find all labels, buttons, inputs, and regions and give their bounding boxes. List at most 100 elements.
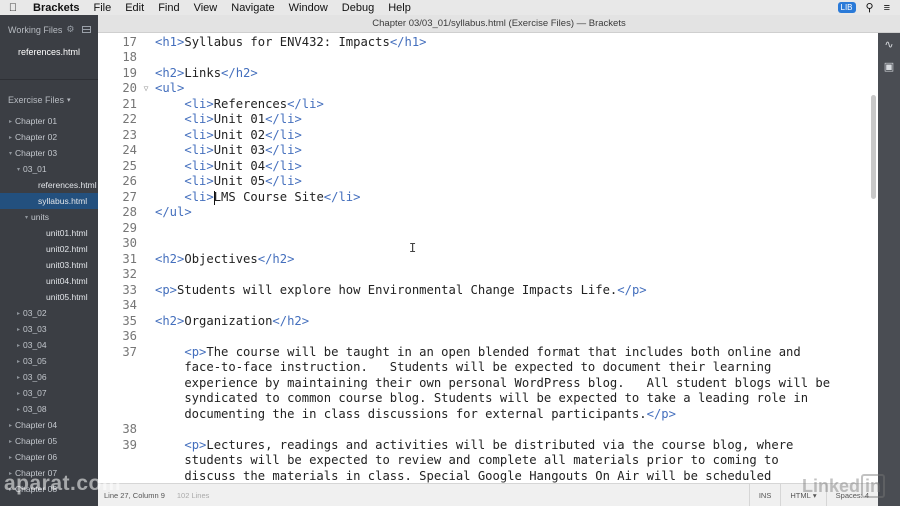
line-number: 18 [122,50,137,64]
disclosure-open-icon: ▾ [8,150,12,157]
split-view-icon[interactable] [82,26,91,33]
tree-file-item[interactable]: unit02.html [0,241,98,257]
tree-file-item[interactable]: references.html [0,177,98,193]
list-menu-icon[interactable]: ≡ [884,2,890,14]
menu-bar:  Brackets File Edit Find View Navigate … [0,0,900,15]
live-preview-icon[interactable]: ∿ [878,33,900,55]
tree-item-label: Chapter 04 [15,420,58,430]
tree-folder-item[interactable]: ▸ 03_04 [0,337,98,353]
code-line: syndicated to common course blog. Studen… [98,391,868,407]
tree-item-label: unit01.html [46,228,88,238]
fold-arrow-icon[interactable]: ▽ [137,81,155,97]
tree-file-item[interactable]: unit01.html [0,225,98,241]
tree-file-item[interactable]: unit04.html [0,273,98,289]
library-badge-icon[interactable]: LIB [837,2,856,13]
menu-view[interactable]: View [187,2,225,14]
tree-item-label: 03_08 [23,404,47,414]
menu-edit[interactable]: Edit [118,2,151,14]
code-line: 37 <p>The course will be taught in an op… [98,345,868,361]
code-line: 29 [98,221,868,237]
disclosure-closed-icon: ▸ [16,374,20,381]
tree-folder-item[interactable]: ▸ Chapter 04 [0,417,98,433]
working-files-header: Working Files ⚙ [0,15,98,44]
line-number: 19 [122,65,137,80]
tree-item-label: 03_02 [23,308,47,318]
code-text: <p>Lectures, readings and activities wil… [184,437,794,452]
tree-folder-item[interactable]: ▸ 03_03 [0,321,98,337]
tree-folder-item[interactable]: ▸ Chapter 05 [0,433,98,449]
fold-gutter [137,128,155,144]
code-line: 35 <h2>Organization</h2> [98,314,868,330]
code-text: <li>Unit 02</li> [184,127,302,142]
code-text: <li>Unit 03</li> [184,143,302,157]
menu-file[interactable]: File [86,2,118,14]
disclosure-closed-icon: ▸ [16,342,20,349]
line-number: 37 [122,344,137,359]
project-header[interactable]: Exercise Files ▾ [0,87,98,113]
line-number: 38 [122,422,137,436]
tree-item-label: Chapter 06 [15,452,58,462]
fold-gutter [137,469,155,484]
tree-folder-item[interactable]: ▸ 03_02 [0,305,98,321]
tree-item-label: Chapter 08 [15,484,58,494]
tree-folder-item[interactable]: ▸ Chapter 07 [0,465,98,481]
line-number: 32 [122,267,137,281]
tree-folder-item[interactable]: ▾ units [0,209,98,225]
tree-folder-item[interactable]: ▸ Chapter 08 [0,481,98,497]
search-icon[interactable]: ⚲ [866,1,874,14]
code-text: <h2>Objectives</h2> [155,251,295,266]
code-line: discuss the materials in class. Special … [98,469,868,484]
working-file-item[interactable]: references.html [0,44,98,59]
code-text: <h2>Organization</h2> [155,313,310,328]
tree-folder-item[interactable]: ▾ 03_01 [0,161,98,177]
disclosure-closed-icon: ▸ [8,470,12,477]
code-text: <p>Students will explore how Environment… [155,282,647,297]
fold-gutter [137,298,155,314]
line-number [98,391,137,407]
code-editor[interactable]: 17 <h1>Syllabus for ENV432: Impacts</h1> 1… [98,33,878,483]
status-bar: Line 27, Column 9 102 Lines INS HTML ▾ S… [98,483,878,506]
disclosure-closed-icon: ▸ [16,310,20,317]
code-line: 32 [98,267,868,283]
line-number: 39 [122,437,137,452]
tree-folder-item[interactable]: ▸ 03_08 [0,401,98,417]
tree-folder-item[interactable]: ▸ 03_07 [0,385,98,401]
tree-file-item[interactable]: syllabus.html [0,193,98,209]
line-number: 34 [122,298,137,312]
code-text: <li>Unit 01</li> [184,112,302,126]
tree-folder-item[interactable]: ▾ Chapter 03 [0,145,98,161]
tree-folder-item[interactable]: ▸ Chapter 01 [0,113,98,129]
menu-navigate[interactable]: Navigate [224,2,281,14]
insert-mode-toggle[interactable]: INS [748,483,781,506]
tree-file-item[interactable]: unit05.html [0,289,98,305]
menu-debug[interactable]: Debug [335,2,381,14]
vertical-scrollbar[interactable] [871,95,876,199]
sidebar: Working Files ⚙ references.html Exercise… [0,15,98,506]
tree-folder-item[interactable]: ▸ 03_05 [0,353,98,369]
code-line: 34 [98,298,868,314]
extension-manager-icon[interactable]: ▣ [878,55,900,77]
fold-gutter [137,314,155,330]
spaces-indicator[interactable]: Spaces: 4 [825,483,878,506]
code-line: documenting the in class discussions for… [98,407,868,423]
tree-folder-item[interactable]: ▸ Chapter 02 [0,129,98,145]
tree-folder-item[interactable]: ▸ Chapter 06 [0,449,98,465]
menu-find[interactable]: Find [151,2,186,14]
code-line: 22 <li>Unit 01</li> [98,112,868,128]
menu-help[interactable]: Help [381,2,418,14]
language-selector[interactable]: HTML ▾ [780,483,825,506]
apple-icon[interactable]:  [0,2,26,14]
tree-folder-item[interactable]: ▸ 03_06 [0,369,98,385]
line-count: 102 Lines [176,490,210,500]
tree-item-label: Chapter 01 [15,116,58,126]
tree-item-label: references.html [38,180,97,190]
tree-file-item[interactable]: unit03.html [0,257,98,273]
menu-window[interactable]: Window [282,2,335,14]
gear-icon[interactable]: ⚙ [66,24,74,35]
menu-app-name[interactable]: Brackets [26,2,86,14]
line-number: 23 [122,127,137,142]
fold-gutter [137,422,155,438]
fold-gutter [137,66,155,82]
working-file-label: references.html [18,46,81,57]
disclosure-closed-icon: ▸ [16,326,20,333]
